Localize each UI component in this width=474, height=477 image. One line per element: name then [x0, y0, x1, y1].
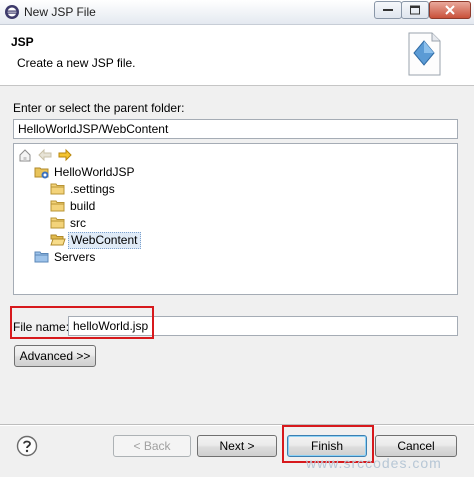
- close-icon: [445, 5, 455, 15]
- tree-item-label: src: [70, 216, 86, 230]
- tree-item-label: WebContent: [68, 232, 141, 249]
- maximize-icon: [410, 5, 420, 15]
- watermark: www.srccodes.com: [306, 455, 442, 471]
- minimize-button[interactable]: [374, 1, 402, 19]
- project-icon: [34, 167, 49, 179]
- title-bar: New JSP File: [0, 0, 474, 25]
- tree-item-label: Servers: [54, 250, 96, 264]
- back-arrow-icon[interactable]: [38, 148, 52, 162]
- home-icon[interactable]: [18, 148, 32, 162]
- minimize-icon: [383, 9, 393, 11]
- new-file-wizard-icon: [408, 32, 441, 76]
- folder-icon: [34, 251, 49, 263]
- maximize-button[interactable]: [401, 1, 429, 19]
- help-icon[interactable]: [16, 435, 38, 457]
- close-button[interactable]: [429, 1, 471, 19]
- folder-icon: [50, 217, 65, 229]
- window-title: New JSP File: [24, 5, 96, 19]
- tree-item-label: build: [70, 199, 96, 213]
- tree-item-label: HelloWorldJSP: [54, 165, 135, 179]
- folder-tree[interactable]: HelloWorldJSP .settings build src WebCon…: [13, 143, 458, 295]
- tree-item-label: .settings: [70, 182, 115, 196]
- file-name-highlight: [10, 306, 154, 339]
- eclipse-icon: [5, 5, 19, 19]
- page-title: JSP: [11, 35, 34, 49]
- advanced-button[interactable]: Advanced >>: [14, 345, 96, 367]
- back-button[interactable]: < Back: [113, 435, 191, 457]
- page-description: Create a new JSP file.: [17, 56, 136, 70]
- next-button[interactable]: Next >: [197, 435, 277, 457]
- parent-folder-label: Enter or select the parent folder:: [13, 101, 185, 115]
- cancel-button[interactable]: Cancel: [375, 435, 457, 457]
- button-bar-separator: [0, 424, 474, 426]
- forward-arrow-icon[interactable]: [58, 148, 72, 162]
- folder-open-icon: [50, 234, 66, 246]
- folder-icon: [50, 183, 65, 195]
- folder-icon: [50, 200, 65, 212]
- parent-folder-field[interactable]: HelloWorldJSP/WebContent: [13, 119, 458, 139]
- wizard-header: JSP Create a new JSP file.: [0, 25, 474, 86]
